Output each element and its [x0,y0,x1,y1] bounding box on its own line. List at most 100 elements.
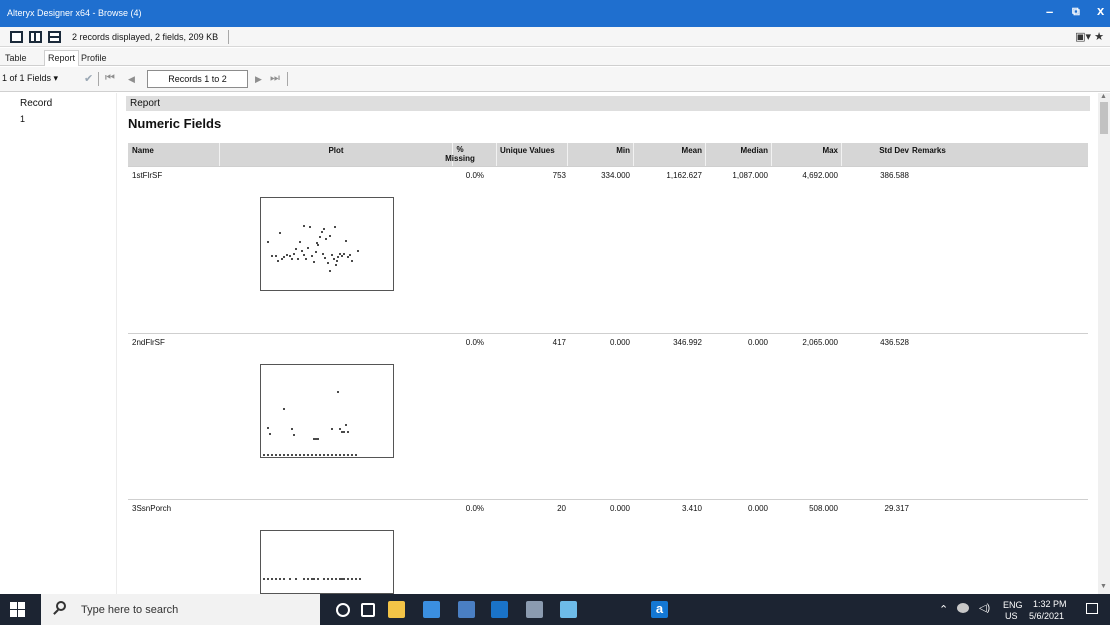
plot-point [295,454,297,456]
plot-point [295,248,297,250]
plot-point [291,454,293,456]
cell-unique-values: 20 [557,504,566,513]
plot-point [286,254,288,256]
tray-expand-icon[interactable]: ⌃ [939,603,948,616]
file-explorer-icon[interactable] [388,601,405,618]
cell-missing: 0.0% [465,171,484,180]
apply-check-icon[interactable]: ✔ [84,72,93,85]
plot-point [309,226,311,228]
restore-button[interactable]: ⧉ [1072,6,1080,19]
plot-point [347,256,349,258]
plot-point [271,454,273,456]
col-missing: % Missing [440,145,480,163]
minimize-button[interactable]: – [1046,4,1053,19]
notifications-icon[interactable] [1086,603,1098,614]
volume-icon[interactable]: ◁) [979,603,990,614]
plot-point [343,253,345,255]
app-icon[interactable] [526,601,543,618]
record-report-divider [116,93,117,594]
store-icon[interactable] [458,601,475,618]
field-selector[interactable]: 1 of 1 Fields ▾ [2,73,58,84]
first-record-icon[interactable]: ⏮ [105,72,115,85]
plot-point [319,236,321,238]
plot-point [315,251,317,253]
pin-icon[interactable]: ▣▾ ★ [1075,30,1104,43]
plot-point [291,258,293,260]
plot-point [351,454,353,456]
cell-max: 2,065.000 [802,338,838,347]
network-icon[interactable] [957,603,969,613]
plot-point [351,260,353,262]
plot-point [321,231,323,233]
cortana-icon[interactable] [336,603,350,617]
plot-point [323,454,325,456]
app-icon-2[interactable] [560,601,577,618]
clock-date[interactable]: 5/6/2021 [1029,611,1064,621]
scatter-plot [260,197,394,291]
mail-icon[interactable] [423,601,440,618]
alteryx-icon[interactable]: a [651,601,668,618]
browse-toolbar: 2 records displayed, 2 fields, 209 KB ▣▾… [0,27,1110,47]
plot-point [317,438,319,440]
plot-point [333,258,335,260]
scatter-plot [260,530,394,594]
plot-point [345,240,347,242]
cell-field-name: 1stFlrSF [132,171,163,180]
col-missing-word: Missing [445,154,475,163]
tab-table[interactable]: Table [2,51,30,66]
search-placeholder: Type here to search [81,604,179,616]
cell-max: 508.000 [809,504,838,513]
row-separator [128,499,1088,500]
cell-std-dev: 386.588 [880,171,909,180]
plot-point [305,258,307,260]
previous-record-icon[interactable]: ◀ [128,74,135,85]
clock-time[interactable]: 1:32 PM [1033,599,1067,609]
task-view-icon[interactable] [361,603,375,617]
tab-report[interactable]: Report [44,50,80,66]
plot-point [281,258,283,260]
plot-point [301,250,303,252]
stats-table-header: Name Plot % Missing Unique Values Min Me… [128,143,1088,167]
last-record-icon[interactable]: ⏭ [270,72,280,85]
plot-point [293,253,295,255]
plot-point [313,261,315,263]
scrollbar-thumb[interactable] [1100,102,1108,134]
scroll-up-icon[interactable]: ▲ [1100,93,1107,100]
plot-point [347,578,349,580]
tab-profile[interactable]: Profile [78,51,110,66]
split-horizontal-view-icon[interactable] [48,31,61,43]
plot-point [335,454,337,456]
cell-std-dev: 29.317 [884,504,909,513]
language-top[interactable]: ENG [1003,600,1023,610]
plot-point [271,578,273,580]
plot-point [307,247,309,249]
cell-min: 0.000 [609,504,630,513]
split-vertical-view-icon[interactable] [29,31,42,43]
section-title: Numeric Fields [128,116,222,131]
next-record-icon[interactable]: ▶ [255,74,262,85]
plot-point [317,244,319,246]
outlook-icon[interactable] [491,601,508,618]
cell-median: 1,087.000 [732,171,768,180]
plot-point [307,454,309,456]
plot-point [343,431,345,433]
col-min: Min [616,146,630,155]
plot-point [359,578,361,580]
scroll-down-icon[interactable]: ▼ [1100,583,1107,590]
plot-point [331,454,333,456]
plot-point [287,454,289,456]
plot-point [315,454,317,456]
single-view-icon[interactable] [10,31,23,43]
vertical-scrollbar[interactable]: ▲ ▼ [1098,93,1110,594]
plot-point [327,454,329,456]
plot-point [303,225,305,227]
taskbar-search[interactable]: Type here to search [41,594,320,625]
plot-point [283,578,285,580]
col-max: Max [822,146,838,155]
close-button[interactable]: x [1097,3,1104,18]
plot-point [283,454,285,456]
language-bottom[interactable]: US [1005,611,1018,621]
plot-point [325,238,327,240]
cell-unique-values: 417 [552,338,566,347]
windows-start-icon[interactable] [10,602,25,617]
